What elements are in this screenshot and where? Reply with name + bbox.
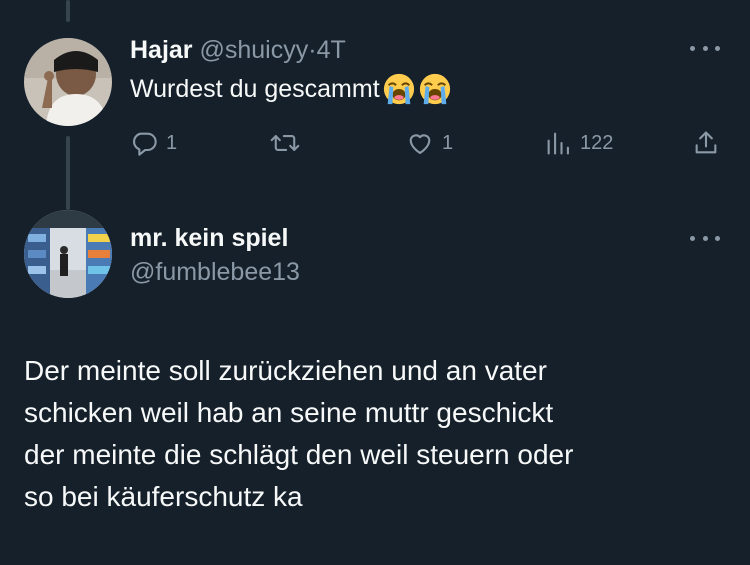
more-options-icon[interactable] — [690, 228, 720, 248]
retweet-icon — [270, 135, 300, 151]
tweet-text-line: so bei käuferschutz ka — [24, 481, 303, 512]
tweet-header: Hajar @shuicyy·4T — [130, 34, 346, 66]
reply-icon — [133, 132, 157, 156]
retweet-button[interactable] — [270, 126, 308, 160]
views-button[interactable]: 122 — [544, 126, 613, 160]
views-count: 122 — [580, 131, 614, 154]
reply-button[interactable]: 1 — [130, 126, 177, 160]
share-icon — [695, 131, 717, 154]
tweet-text: Der meinte soll zurückziehen und an vate… — [24, 350, 724, 518]
tweet-text-line: schicken weil hab an seine muttr geschic… — [24, 397, 554, 428]
reply-count: 1 — [166, 131, 178, 154]
like-count: 1 — [442, 131, 454, 154]
tweet-text: Wurdest du gescammt — [130, 72, 452, 106]
more-options-icon[interactable] — [690, 38, 720, 58]
tweet-actions: 1 1 122 — [130, 126, 726, 160]
timestamp[interactable]: 4T — [317, 36, 346, 64]
tweet-text-line: der meinte die schlägt den weil steuern … — [24, 439, 574, 470]
tweet-body: Wurdest du gescammt — [130, 75, 380, 103]
user-handle[interactable]: @shuicyy — [200, 36, 309, 64]
like-button[interactable]: 1 — [406, 126, 453, 160]
thread-line-connector — [66, 136, 70, 210]
views-chart-icon — [547, 132, 569, 155]
display-name[interactable]: mr. kein spiel — [130, 222, 288, 254]
tweet-text-line: Der meinte soll zurückziehen und an vate… — [24, 355, 547, 386]
display-name[interactable]: Hajar — [130, 36, 193, 64]
separator-dot: · — [308, 36, 317, 64]
heart-icon — [409, 134, 431, 154]
user-handle[interactable]: @fumblebee13 — [130, 256, 300, 288]
avatar-kein-spiel[interactable] — [24, 210, 112, 298]
thread-line-top — [66, 0, 70, 22]
loudly-crying-face-icon — [383, 73, 414, 105]
loudly-crying-face-icon — [419, 73, 450, 105]
avatar-hajar[interactable] — [24, 38, 112, 126]
share-button[interactable] — [692, 126, 720, 160]
